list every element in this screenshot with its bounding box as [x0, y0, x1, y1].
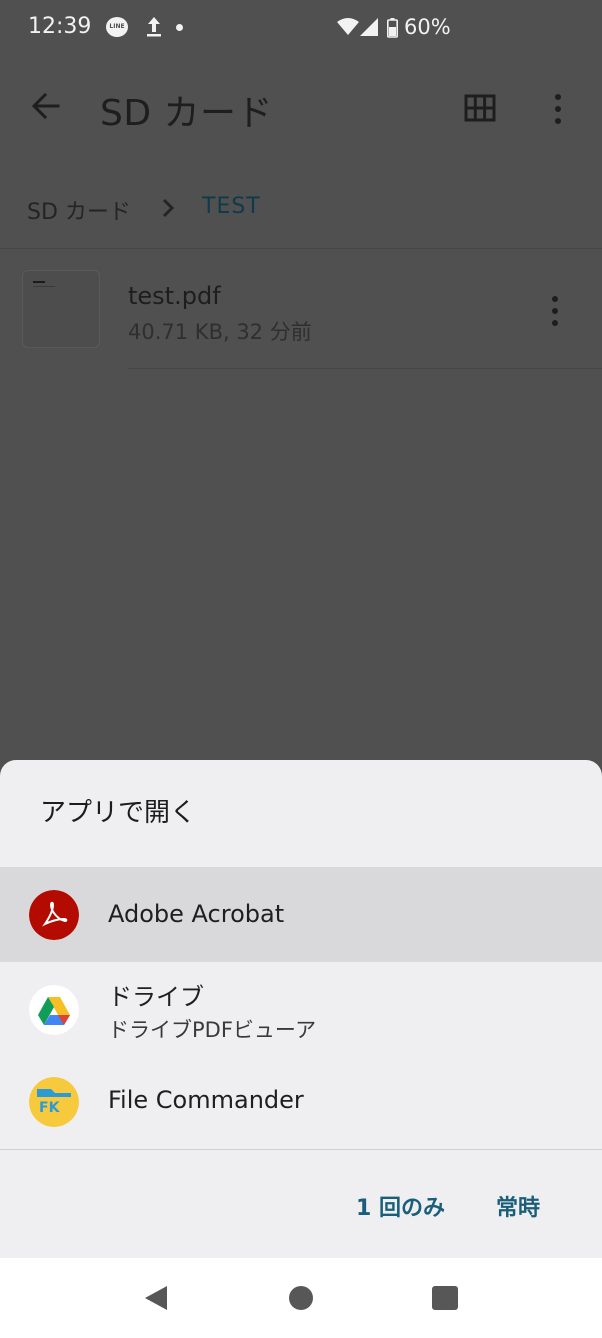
nav-home-icon[interactable] [289, 1286, 313, 1310]
divider [128, 368, 602, 369]
page-title: SD カード [100, 93, 274, 134]
divider [0, 1149, 602, 1150]
app-name: File Commander [108, 1086, 304, 1114]
app-bar: SD カード [0, 58, 602, 158]
adobe-acrobat-icon [29, 890, 79, 940]
google-drive-icon [29, 985, 79, 1035]
more-vert-icon[interactable] [545, 294, 565, 328]
file-name: test.pdf [128, 282, 221, 310]
list-item[interactable]: test.pdf 40.71 KB, 32 分前 [0, 260, 602, 370]
breadcrumb-current[interactable]: TEST [202, 194, 261, 219]
app-name: ドライブ [108, 983, 204, 1011]
navigation-bar [0, 1258, 602, 1338]
app-subtitle: ドライブPDFビューア [108, 1018, 317, 1042]
open-with-sheet: アプリで開く Adobe Acrobat ドライブ ドライブPDFビューア FK… [0, 760, 602, 1258]
more-vert-icon[interactable] [548, 92, 568, 126]
app-item-drive[interactable]: ドライブ ドライブPDFビューア [0, 962, 602, 1058]
file-meta: 40.71 KB, 32 分前 [128, 320, 312, 344]
battery-icon [387, 18, 398, 38]
file-commander-icon: FK [29, 1077, 79, 1127]
upload-icon [147, 17, 161, 37]
nav-recents-icon[interactable] [432, 1286, 458, 1310]
wifi-icon [337, 18, 359, 35]
app-item-adobe-acrobat[interactable]: Adobe Acrobat [0, 867, 602, 962]
just-once-button[interactable]: 1 回のみ [356, 1190, 445, 1222]
arrow-left-icon[interactable] [28, 88, 64, 124]
line-app-icon: LINE [106, 17, 128, 37]
nav-back-icon[interactable] [143, 1284, 169, 1312]
svg-text:FK: FK [39, 1100, 61, 1116]
sheet-title: アプリで開く [40, 798, 197, 828]
always-button[interactable]: 常時 [496, 1190, 540, 1222]
divider [0, 248, 602, 249]
battery-percent: 60% [404, 15, 451, 39]
app-name: Adobe Acrobat [108, 900, 285, 928]
breadcrumb: SD カード TEST [0, 178, 602, 238]
app-item-file-commander[interactable]: FK File Commander [0, 1058, 602, 1148]
status-bar: 12:39 LINE 60% [0, 0, 602, 58]
grid-view-icon[interactable] [464, 94, 496, 122]
chevron-right-icon [162, 198, 175, 218]
file-thumbnail [22, 270, 100, 348]
signal-icon [360, 18, 378, 36]
status-time: 12:39 [28, 14, 92, 39]
breadcrumb-root[interactable]: SD カード [27, 194, 131, 226]
dot-icon [176, 24, 183, 31]
